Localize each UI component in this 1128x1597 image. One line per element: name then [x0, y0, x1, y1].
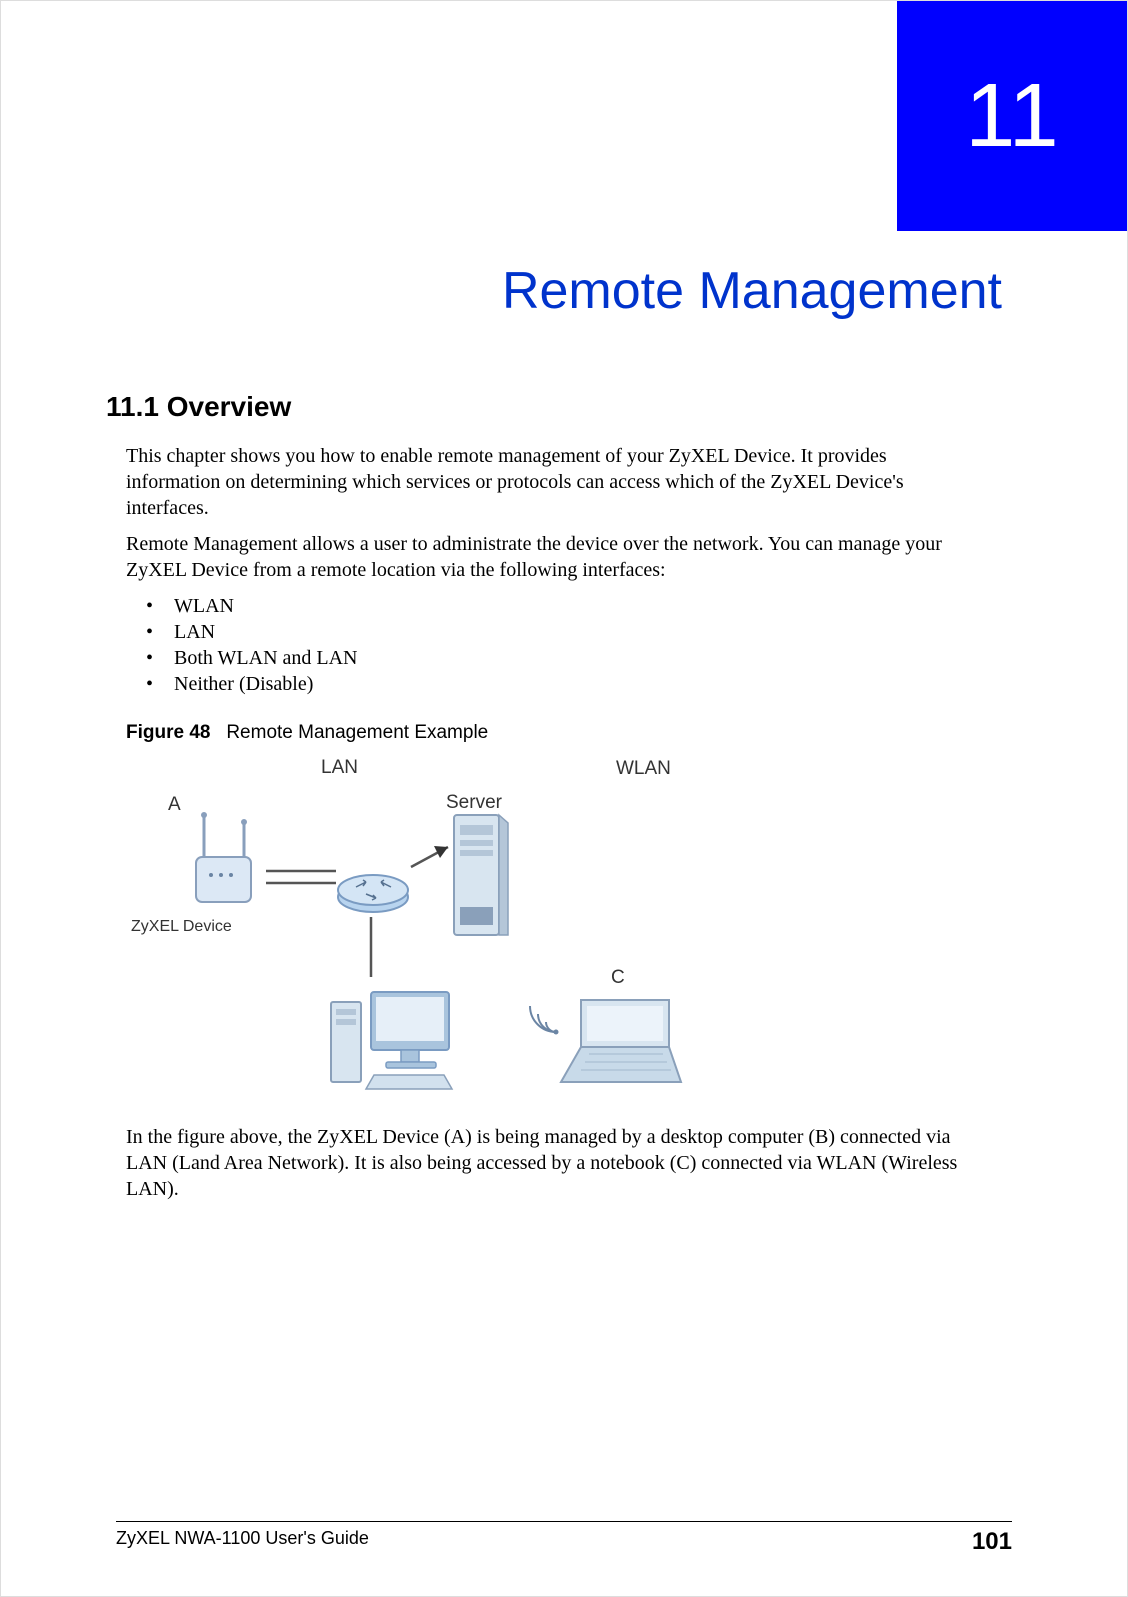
interface-list: WLAN LAN Both WLAN and LAN Neither (Disa…	[126, 593, 1012, 697]
footer-guide-name: ZyXEL NWA-1100 User's Guide	[116, 1528, 369, 1556]
page: 11 Remote Management 11.1 Overview This …	[0, 0, 1128, 1597]
chapter-title: Remote Management	[116, 261, 1012, 321]
laptop-icon	[551, 992, 691, 1092]
overview-para-1: This chapter shows you how to enable rem…	[116, 443, 1012, 521]
figure-description: In the figure above, the ZyXEL Device (A…	[116, 1124, 1012, 1202]
figure-number: Figure 48	[126, 722, 210, 743]
section-heading: 11.1 Overview	[106, 391, 1012, 423]
chapter-number-tab: 11	[897, 1, 1127, 231]
page-footer: ZyXEL NWA-1100 User's Guide 101	[116, 1521, 1012, 1556]
list-item: LAN	[146, 619, 1012, 645]
figure-title: Remote Management Example	[226, 722, 488, 743]
server-icon	[446, 807, 514, 942]
router-icon	[331, 862, 416, 922]
list-item: Neither (Disable)	[146, 671, 1012, 697]
footer-page-number: 101	[972, 1528, 1012, 1556]
desktop-icon	[326, 977, 456, 1097]
figure-diagram: LAN WLAN A Server ZyXEL Device C	[126, 752, 716, 1112]
list-item: Both WLAN and LAN	[146, 645, 1012, 671]
access-point-icon	[166, 807, 276, 917]
figure-caption: Figure 48 Remote Management Example	[126, 722, 1012, 744]
chapter-number: 11	[965, 65, 1058, 168]
list-item: WLAN	[146, 593, 1012, 619]
overview-para-2: Remote Management allows a user to admin…	[116, 531, 1012, 583]
